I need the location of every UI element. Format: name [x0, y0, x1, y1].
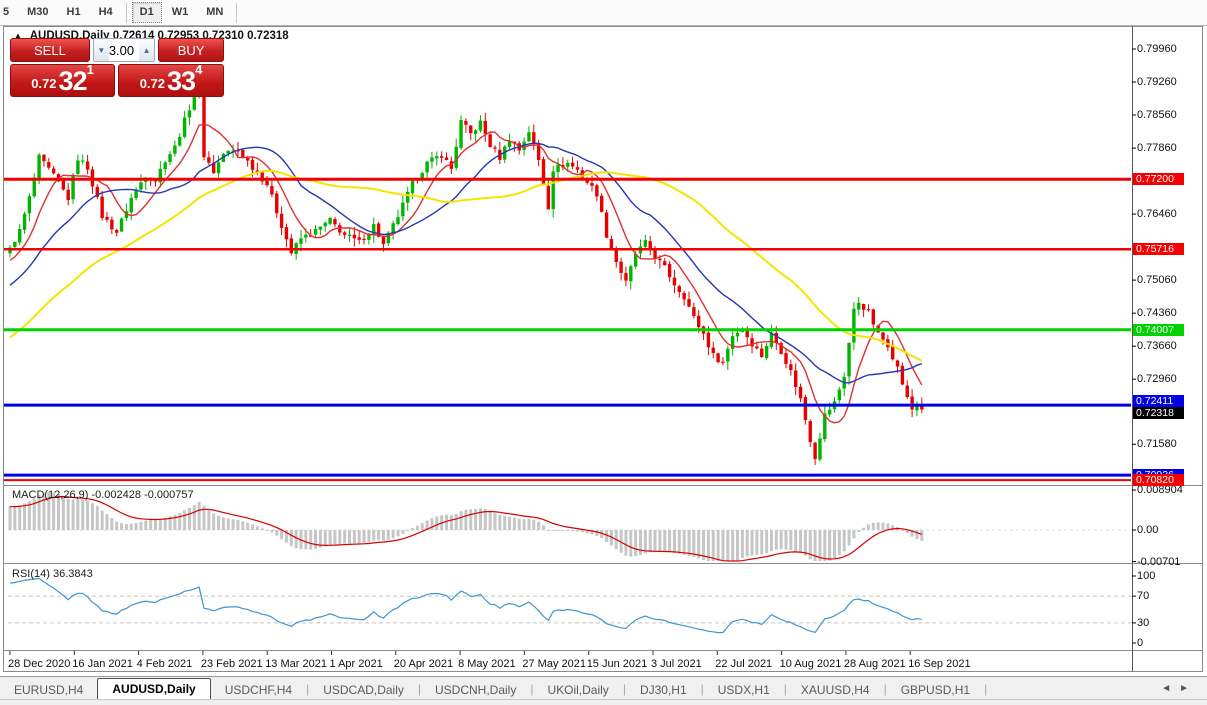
- chart-tab-bar: EURUSD,H4 AUDUSD,Daily USDCHF,H4 | USDCAD,Da…: [0, 676, 1207, 700]
- date-axis-label: 1 Apr 2021: [329, 658, 383, 670]
- chart-tab-usdcnh-daily[interactable]: USDCNH,Daily: [421, 680, 530, 700]
- date-axis-label: 8 May 2021: [458, 658, 516, 670]
- macd-axis-label: 0.00: [1137, 524, 1159, 536]
- price-axis-label: 0.79260: [1137, 76, 1177, 88]
- rsi-axis-label: 100: [1137, 570, 1156, 582]
- price-level-badge-0.77200: 0.77200: [1133, 173, 1184, 185]
- status-strip: [0, 699, 1207, 705]
- date-axis-label: 20 Apr 2021: [393, 658, 454, 670]
- timeframe-button-h1[interactable]: H1: [59, 2, 89, 23]
- one-click-trade-panel: SELL ▼ 3.00 ▲ BUY 0.72 32 1 0.72 33 4: [10, 38, 224, 97]
- volume-input[interactable]: 3.00: [108, 39, 140, 61]
- volume-decrease-button[interactable]: ▼: [93, 39, 109, 61]
- timeframe-button-m30[interactable]: M30: [19, 2, 56, 23]
- price-axis-label: 0.77860: [1137, 142, 1177, 154]
- date-axis-label: 13 Mar 2021: [265, 658, 327, 670]
- price-level-badge-0.72318: 0.72318: [1133, 407, 1184, 419]
- date-axis-label: 15 Jun 2021: [586, 658, 648, 670]
- chart-tab-usdchf-h4[interactable]: USDCHF,H4: [211, 680, 306, 700]
- buy-price-pip: 4: [195, 62, 203, 77]
- timeframe-button-5[interactable]: 5: [1, 2, 17, 23]
- sell-price-prefix: 0.72: [31, 76, 57, 91]
- toolbar-separator: [125, 2, 127, 23]
- chart-tab-dj30-h1[interactable]: DJ30,H1: [626, 680, 701, 700]
- buy-button[interactable]: BUY: [158, 38, 224, 62]
- chart-tab-gbpusd-h1[interactable]: GBPUSD,H1: [887, 680, 984, 700]
- price-level-badge-0.72411: 0.72411: [1133, 395, 1184, 407]
- rsi-axis-label: 30: [1137, 617, 1150, 629]
- timeframe-button-h4[interactable]: H4: [91, 2, 121, 23]
- date-axis-label: 23 Feb 2021: [200, 658, 263, 670]
- date-axis-label: 3 Jul 2021: [651, 658, 702, 670]
- toolbar-separator: [236, 2, 238, 23]
- chart-tab-ukoil-daily[interactable]: UKOil,Daily: [533, 680, 622, 700]
- buy-price-prefix: 0.72: [139, 76, 166, 91]
- date-axis-label: 28 Aug 2021: [843, 658, 906, 670]
- timeframe-button-d1[interactable]: D1: [131, 2, 162, 23]
- price-axis-label: 0.73660: [1137, 340, 1177, 352]
- volume-increase-button[interactable]: ▲: [139, 39, 155, 61]
- buy-price-big: 33: [167, 66, 196, 96]
- price-axis-label: 0.78560: [1137, 109, 1177, 121]
- chart-canvas[interactable]: [0, 0, 1207, 704]
- timeframe-button-mn[interactable]: MN: [198, 2, 231, 23]
- price-axis-label: 0.71580: [1137, 438, 1177, 450]
- macd-axis-label: -0.00701: [1137, 556, 1181, 568]
- chart-tab-usdcad-daily[interactable]: USDCAD,Daily: [309, 680, 418, 700]
- sell-price-pip: 1: [86, 62, 94, 77]
- date-axis-label: 16 Jan 2021: [72, 658, 133, 670]
- chart-tab-audusd-daily[interactable]: AUDUSD,Daily: [97, 678, 211, 700]
- sell-price-big: 32: [58, 66, 88, 96]
- rsi-axis-label: 0: [1137, 637, 1144, 649]
- price-level-badge-0.70820: 0.70820: [1133, 474, 1184, 486]
- price-axis-label: 0.72960: [1137, 373, 1177, 385]
- tab-separator: |: [984, 681, 988, 696]
- rsi-axis-label: 70: [1137, 590, 1150, 602]
- chart-tab-xauusd-h4[interactable]: XAUUSD,H4: [787, 680, 884, 700]
- date-axis-label: 28 Dec 2020: [8, 658, 71, 670]
- macd-label: MACD(12,26,9) -0.002428 -0.000757: [12, 489, 194, 501]
- sell-button[interactable]: SELL: [10, 38, 90, 62]
- price-axis-label: 0.76460: [1137, 208, 1177, 220]
- price-axis-label: 0.74360: [1137, 307, 1177, 319]
- price-level-badge-0.74007: 0.74007: [1133, 324, 1184, 336]
- sell-price-display[interactable]: 0.72 32 1: [10, 62, 115, 97]
- volume-spinner: ▼ 3.00 ▲: [92, 38, 156, 62]
- rsi-label: RSI(14) 36.3843: [12, 568, 93, 580]
- price-axis-label: 0.75060: [1137, 274, 1177, 286]
- date-axis-label: 16 Sep 2021: [908, 658, 971, 670]
- date-axis-label: 10 Aug 2021: [779, 658, 842, 670]
- chart-tab-eurusd-h4[interactable]: EURUSD,H4: [0, 680, 97, 700]
- date-axis-label: 4 Feb 2021: [136, 658, 193, 670]
- tab-scroll-buttons[interactable]: ◄►: [1161, 683, 1197, 694]
- buy-price-display[interactable]: 0.72 33 4: [118, 62, 224, 97]
- timeframe-button-w1[interactable]: W1: [164, 2, 197, 23]
- date-axis-label: 22 Jul 2021: [715, 658, 773, 670]
- price-level-badge-0.75716: 0.75716: [1133, 243, 1184, 255]
- price-axis-label: 0.79960: [1137, 43, 1177, 55]
- date-axis-label: 27 May 2021: [522, 658, 586, 670]
- chart-tab-usdx-h1[interactable]: USDX,H1: [704, 680, 784, 700]
- timeframe-toolbar: 5 M30 H1 H4 D1 W1 MN: [0, 0, 1207, 26]
